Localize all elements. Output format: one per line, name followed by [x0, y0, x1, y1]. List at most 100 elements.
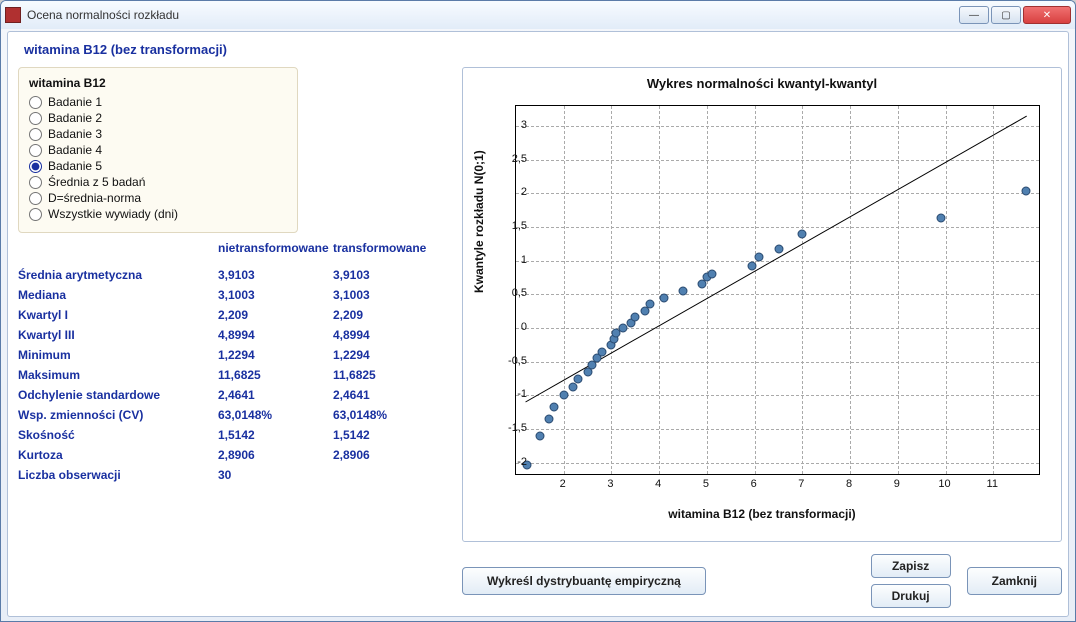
radio-label: Badanie 2 — [48, 111, 102, 125]
data-point — [550, 402, 559, 411]
stats-label: Odchylenie standardowe — [18, 388, 218, 402]
stats-label: Kwartyl I — [18, 308, 218, 322]
page-header: witamina B12 (bez transformacji) — [24, 42, 1058, 57]
stats-value-raw: 1,2294 — [218, 348, 333, 362]
left-panel: witamina B12 Badanie 1Badanie 2Badanie 3… — [18, 67, 448, 612]
data-point — [659, 293, 668, 302]
close-dialog-button[interactable]: Zamknij — [967, 567, 1062, 595]
stats-label: Liczba obserwacji — [18, 468, 218, 482]
close-button[interactable]: ✕ — [1023, 6, 1071, 24]
x-tick: 9 — [894, 478, 900, 490]
minimize-button[interactable]: — — [959, 6, 989, 24]
data-point — [798, 229, 807, 238]
titlebar: Ocena normalności rozkładu — ▢ ✕ — [1, 1, 1075, 29]
stats-value-transformed: 2,4641 — [333, 388, 448, 402]
stats-col-header-1: nietransformowane — [218, 241, 333, 255]
data-point — [569, 383, 578, 392]
radio-option[interactable]: D=średnia-norma — [29, 190, 287, 206]
data-point — [597, 347, 606, 356]
stats-value-raw: 30 — [218, 468, 333, 482]
stats-row: Odchylenie standardowe2,46412,4641 — [18, 385, 448, 405]
stats-value-raw: 63,0148% — [218, 408, 333, 422]
save-button[interactable]: Zapisz — [871, 554, 951, 578]
radio-label: D=średnia-norma — [48, 191, 141, 205]
radio-input[interactable] — [29, 128, 42, 141]
stats-label: Minimum — [18, 348, 218, 362]
stats-label: Maksimum — [18, 368, 218, 382]
stats-label: Skośność — [18, 428, 218, 442]
y-axis-label: Kwantyle rozkładu N(0;1) — [472, 150, 486, 293]
data-point — [679, 287, 688, 296]
y-tick: 3 — [497, 119, 527, 131]
stats-value-raw: 11,6825 — [218, 368, 333, 382]
data-point — [535, 431, 544, 440]
stats-row: Minimum1,22941,2294 — [18, 345, 448, 365]
x-tick: 6 — [751, 478, 757, 490]
data-point — [559, 391, 568, 400]
plot: Kwantyle rozkładu N(0;1) witamina B12 (b… — [467, 93, 1057, 523]
radio-input[interactable] — [29, 176, 42, 189]
stats-row: Skośność1,51421,5142 — [18, 425, 448, 445]
radio-option[interactable]: Badanie 4 — [29, 142, 287, 158]
stats-row: Mediana3,10033,1003 — [18, 285, 448, 305]
stats-value-transformed: 3,1003 — [333, 288, 448, 302]
right-panel: Wykres normalności kwantyl-kwantyl Kwant… — [462, 67, 1062, 612]
stats-header: nietransformowane transformowane — [18, 241, 448, 255]
data-point — [774, 244, 783, 253]
chart-panel: Wykres normalności kwantyl-kwantyl Kwant… — [462, 67, 1062, 542]
stats-value-raw: 1,5142 — [218, 428, 333, 442]
data-point — [645, 300, 654, 309]
radio-input[interactable] — [29, 144, 42, 157]
x-tick: 4 — [655, 478, 661, 490]
radio-option[interactable]: Badanie 1 — [29, 94, 287, 110]
y-tick: -1 — [497, 388, 527, 400]
stats-value-raw: 2,4641 — [218, 388, 333, 402]
radio-input[interactable] — [29, 112, 42, 125]
variable-groupbox: witamina B12 Badanie 1Badanie 2Badanie 3… — [18, 67, 298, 233]
x-tick: 3 — [607, 478, 613, 490]
radio-option[interactable]: Badanie 2 — [29, 110, 287, 126]
radio-option[interactable]: Badanie 5 — [29, 158, 287, 174]
radio-input[interactable] — [29, 208, 42, 221]
y-tick: -0,5 — [497, 355, 527, 367]
y-tick: 0 — [497, 321, 527, 333]
print-button[interactable]: Drukuj — [871, 584, 951, 608]
stats-label: Kwartyl III — [18, 328, 218, 342]
data-point — [545, 414, 554, 423]
stats-value-transformed: 2,8906 — [333, 448, 448, 462]
stats-value-transformed: 11,6825 — [333, 368, 448, 382]
y-tick: 0,5 — [497, 287, 527, 299]
empirical-cdf-button[interactable]: Wykreśl dystrybuantę empiryczną — [462, 567, 706, 595]
chart-title: Wykres normalności kwantyl-kwantyl — [467, 76, 1057, 91]
radio-option[interactable]: Średnia z 5 badań — [29, 174, 287, 190]
x-tick: 7 — [798, 478, 804, 490]
radio-input[interactable] — [29, 96, 42, 109]
radio-input[interactable] — [29, 192, 42, 205]
stats-value-transformed: 4,8994 — [333, 328, 448, 342]
stats-label: Kurtoza — [18, 448, 218, 462]
stats-row: Wsp. zmienności (CV)63,0148%63,0148% — [18, 405, 448, 425]
stats-value-raw: 3,1003 — [218, 288, 333, 302]
stats-value-raw: 3,9103 — [218, 268, 333, 282]
x-tick: 2 — [560, 478, 566, 490]
y-tick: -2 — [497, 456, 527, 468]
y-tick: 1 — [497, 254, 527, 266]
radio-option[interactable]: Wszystkie wywiady (dni) — [29, 206, 287, 222]
radio-label: Badanie 5 — [48, 159, 102, 173]
stats-row: Kurtoza2,89062,8906 — [18, 445, 448, 465]
stats-value-raw: 2,8906 — [218, 448, 333, 462]
window-title: Ocena normalności rozkładu — [27, 8, 959, 22]
stats-value-raw: 4,8994 — [218, 328, 333, 342]
stats-value-transformed — [333, 468, 448, 482]
maximize-button[interactable]: ▢ — [991, 6, 1021, 24]
window-controls: — ▢ ✕ — [959, 6, 1071, 24]
data-point — [936, 214, 945, 223]
dialog-window: Ocena normalności rozkładu — ▢ ✕ witamin… — [0, 0, 1076, 622]
stats-value-transformed: 3,9103 — [333, 268, 448, 282]
radio-option[interactable]: Badanie 3 — [29, 126, 287, 142]
stats-value-transformed: 63,0148% — [333, 408, 448, 422]
data-point — [748, 262, 757, 271]
radio-label: Średnia z 5 badań — [48, 175, 145, 189]
radio-label: Badanie 1 — [48, 95, 102, 109]
radio-input[interactable] — [29, 160, 42, 173]
